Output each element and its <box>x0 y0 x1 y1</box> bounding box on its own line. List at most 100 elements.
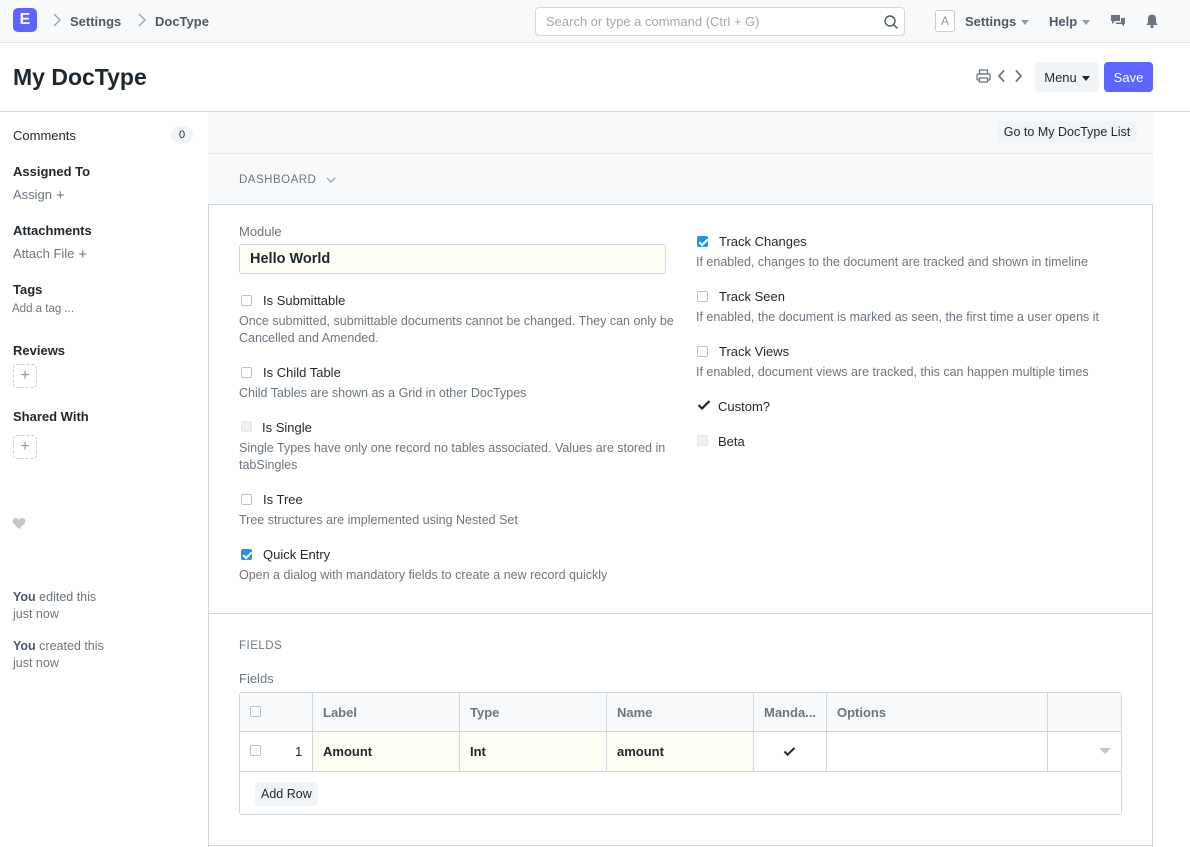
grid-header-cell: Options <box>827 693 1048 731</box>
quick-entry-label[interactable]: Quick Entry <box>263 547 330 562</box>
caret-down-icon <box>1021 20 1030 26</box>
user-avatar[interactable]: A <box>935 10 955 32</box>
grid-header-label: Label <box>323 705 357 720</box>
breadcrumb-doctype[interactable]: DocType <box>155 14 209 29</box>
search-bar <box>535 7 905 36</box>
timeline-item: You created this just now <box>13 638 123 672</box>
settings-dropdown-label: Settings <box>965 14 1017 29</box>
track-views-description: If enabled, document views are tracked, … <box>696 365 1089 379</box>
quick-entry-checkbox[interactable] <box>241 549 252 560</box>
module-input[interactable] <box>239 244 666 274</box>
timeline-action: created this <box>39 639 104 653</box>
beta-checkbox <box>697 435 708 446</box>
search-icon[interactable] <box>883 14 899 30</box>
track-seen-label[interactable]: Track Seen <box>719 289 785 304</box>
settings-dropdown[interactable]: Settings <box>965 14 1030 29</box>
grid-header-cell: Name <box>607 693 754 731</box>
sidebar-reviews-label: Reviews <box>13 343 66 358</box>
assign-link-label: Assign <box>13 187 53 202</box>
grid-cell-label[interactable]: Amount <box>313 732 460 771</box>
print-icon[interactable] <box>976 69 991 83</box>
dashboard-section-label[interactable]: DASHBOARD <box>239 174 316 186</box>
row-edit-caret-icon[interactable] <box>1099 748 1111 754</box>
grid-cell-mandatory[interactable] <box>754 732 827 771</box>
row-index: 1 <box>295 744 303 759</box>
sidebar-assigned-label: Assigned To <box>13 164 91 179</box>
grid-header-row: Label Type Name Manda... Options <box>240 693 1121 732</box>
attach-file-link[interactable]: Attach File + <box>13 246 87 263</box>
is-single-checkbox <box>241 421 252 432</box>
checkmark-icon <box>697 400 711 411</box>
grid-cell-name[interactable]: amount <box>607 732 754 771</box>
grid-cell-type[interactable]: Int <box>460 732 607 771</box>
add-tag-link[interactable]: Add a tag ... <box>12 303 74 315</box>
grid-cell-options[interactable] <box>827 732 1048 771</box>
add-row-button[interactable]: Add Row <box>255 782 318 806</box>
navbar: E Settings DocType A Settings Help <box>0 0 1190 43</box>
checkmark-icon <box>783 747 796 757</box>
fields-section-label[interactable]: FIELDS <box>239 640 282 652</box>
track-views-checkbox[interactable] <box>697 346 708 357</box>
menu-button[interactable]: Menu <box>1035 62 1099 92</box>
track-changes-description: If enabled, changes to the document are … <box>696 255 1088 269</box>
grid-select-all-cell <box>240 693 313 731</box>
grid-header-options: Options <box>837 705 887 720</box>
grid-header-name: Name <box>617 705 653 720</box>
is-child-table-checkbox[interactable] <box>241 367 252 378</box>
sidebar-tags-label: Tags <box>13 282 43 297</box>
grid-header-mandatory: Manda... <box>764 705 817 720</box>
is-tree-checkbox[interactable] <box>241 494 252 505</box>
row-select-checkbox[interactable] <box>250 745 261 756</box>
sidebar-comments-label[interactable]: Comments <box>13 128 76 143</box>
track-changes-checkbox[interactable] <box>697 236 708 247</box>
assign-link[interactable]: Assign + <box>13 187 65 204</box>
track-seen-description: If enabled, the document is marked as se… <box>696 310 1099 324</box>
grid-cell-type-text: Int <box>470 744 486 759</box>
table-row[interactable]: 1 Amount Int amount <box>240 732 1121 772</box>
select-all-checkbox[interactable] <box>250 706 261 717</box>
quick-entry-description: Open a dialog with mandatory fields to c… <box>239 568 608 582</box>
breadcrumb-chevron-icon <box>53 13 62 27</box>
plus-icon: + <box>56 187 65 204</box>
breadcrumb-settings[interactable]: Settings <box>70 14 121 29</box>
fields-table-label: Fields <box>239 671 274 686</box>
app-logo[interactable]: E <box>13 8 37 32</box>
grid-header-cell: Manda... <box>754 693 827 731</box>
page-title: My DocType <box>13 64 147 90</box>
chevron-down-icon[interactable] <box>326 176 336 184</box>
dashboard-section[interactable] <box>208 154 1153 205</box>
beta-label: Beta <box>718 434 745 449</box>
add-review-button[interactable]: + <box>13 364 37 388</box>
grid-cell-label-text: Amount <box>323 744 373 759</box>
plus-icon: + <box>78 246 88 263</box>
timeline-user: You <box>13 590 36 604</box>
is-tree-description: Tree structures are implemented using Ne… <box>239 513 518 527</box>
grid-cell-name-text: amount <box>617 744 664 759</box>
attach-file-label: Attach File <box>13 246 75 261</box>
add-share-button[interactable]: + <box>13 435 37 459</box>
is-child-table-label[interactable]: Is Child Table <box>263 365 341 380</box>
track-seen-checkbox[interactable] <box>697 291 708 302</box>
chat-icon[interactable] <box>1110 13 1126 29</box>
like-heart-icon[interactable] <box>12 517 26 530</box>
search-input[interactable] <box>536 8 866 35</box>
track-changes-label[interactable]: Track Changes <box>719 234 807 249</box>
is-submittable-label[interactable]: Is Submittable <box>263 293 345 308</box>
go-to-list-button[interactable]: Go to My DocType List <box>997 121 1137 143</box>
help-dropdown-label: Help <box>1049 14 1078 29</box>
track-views-label[interactable]: Track Views <box>719 344 789 359</box>
is-tree-label[interactable]: Is Tree <box>263 492 303 507</box>
timeline-user: You <box>13 639 36 653</box>
is-submittable-checkbox[interactable] <box>241 295 252 306</box>
timeline-item: You edited this just now <box>13 589 123 623</box>
is-child-table-description: Child Tables are shown as a Grid in othe… <box>239 386 527 400</box>
save-button[interactable]: Save <box>1104 62 1153 92</box>
previous-doc-icon[interactable] <box>997 69 1006 83</box>
help-dropdown[interactable]: Help <box>1049 14 1091 29</box>
breadcrumb-chevron-icon <box>138 13 147 27</box>
comments-count-badge: 0 <box>171 126 193 144</box>
notification-bell-icon[interactable] <box>1144 13 1160 29</box>
timeline-when: just now <box>13 656 59 670</box>
grid-row-index-cell: 1 <box>240 732 313 771</box>
next-doc-icon[interactable] <box>1014 69 1023 83</box>
